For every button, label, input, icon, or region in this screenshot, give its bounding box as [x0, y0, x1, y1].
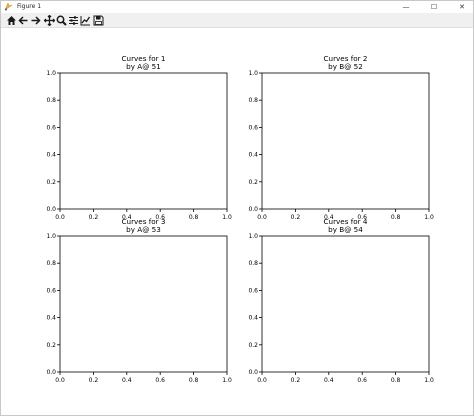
subplot-4-ytick-label-3: 0.6 [248, 287, 258, 294]
subplot-4-ytick-label-0: 0.0 [248, 369, 258, 376]
subplot-1-axes-frame [59, 72, 228, 210]
subplot-1-ytick-label-3: 0.6 [46, 124, 56, 131]
subplot-4-ytick-label-2: 0.4 [248, 315, 258, 322]
subplot-2: Curves for 2by B@ 520.0 0.2 0.4 0.6 0.8 1.00.… [248, 54, 433, 221]
subplot-4-xtick-label-5: 1.0 [424, 377, 434, 384]
subplot-1-ytick-label-1: 0.2 [46, 179, 56, 186]
title-bar[interactable]: Figure 1 — ☐ ✕ [1, 1, 473, 13]
maximize-button[interactable]: ☐ [423, 1, 445, 13]
subplot-2-ytick-label-2: 0.4 [248, 152, 258, 159]
subplot-3-ytick-label-1: 0.2 [46, 342, 56, 349]
subplot-3-ytick-label-5: 1.0 [46, 233, 56, 240]
subplot-1-xtick-label-4: 0.8 [189, 214, 199, 221]
subplot-4-xtick-label-2: 0.4 [324, 377, 334, 384]
figure-canvas[interactable]: Curves for 1 by A@ 51 0.0 0.2 0.4 0.6 0.8 1.0 0.… [1, 28, 473, 415]
subplot-3-xtick-label-3: 0.6 [155, 377, 165, 384]
subplot-3-xtick-label-1: 0.2 [89, 377, 99, 384]
subplots-svg: Curves for 1by A@ 510.0 0.2 0.4 0.6 0.8 1.00.… [46, 54, 433, 384]
pan-icon[interactable] [43, 14, 55, 26]
close-button[interactable]: ✕ [451, 1, 473, 13]
subplot-4-title-line-2: by B@ 54 [328, 225, 363, 234]
subplot-1-xtick-label-0: 0.0 [55, 214, 65, 221]
subplot-2-axes-frame [261, 72, 430, 210]
save-icon[interactable] [92, 14, 104, 26]
window-title: Figure 1 [17, 3, 42, 10]
subplot-4-xtick-label-4: 0.8 [391, 377, 401, 384]
subplot-2-ytick-label-3: 0.6 [248, 124, 258, 131]
matplotlib-app-icon [4, 2, 13, 11]
subplot-4-xtick-label-1: 0.2 [291, 377, 301, 384]
subplot-4-ytick-label-4: 0.8 [248, 260, 258, 267]
subplot-2-xtick-label-5: 1.0 [424, 214, 434, 221]
subplot-1: Curves for 1by A@ 510.0 0.2 0.4 0.6 0.8 1.00.… [46, 54, 231, 221]
edit-axis-icon[interactable] [79, 14, 91, 26]
subplot-2-ytick-label-4: 0.8 [248, 97, 258, 104]
subplot-1-ytick-label-0: 0.0 [46, 206, 56, 213]
subplot-3-ytick-label-4: 0.8 [46, 260, 56, 267]
subplot-3-ytick-label-3: 0.6 [46, 287, 56, 294]
forward-arrow-icon[interactable] [29, 14, 41, 26]
figure-window: Figure 1 — ☐ ✕ Curves for 1 by A@ 51 0.0… [0, 0, 474, 416]
back-arrow-icon[interactable] [17, 14, 29, 26]
subplot-1-xtick-label-5: 1.0 [222, 214, 232, 221]
minimize-button[interactable]: — [395, 1, 417, 13]
subplots-config-icon[interactable] [67, 14, 79, 26]
subplot-3-axes-frame [59, 235, 228, 373]
subplot-2-ytick-label-5: 1.0 [248, 70, 258, 77]
subplot-3-xtick-label-2: 0.4 [122, 377, 132, 384]
subplot-2-xtick-label-0: 0.0 [257, 214, 267, 221]
subplot-3-ytick-label-2: 0.4 [46, 315, 56, 322]
navigation-toolbar [1, 13, 473, 28]
subplot-4-ytick-label-5: 1.0 [248, 233, 258, 240]
subplot-1-title-line-2: by A@ 51 [126, 62, 161, 71]
subplot-2-ytick-label-0: 0.0 [248, 206, 258, 213]
zoom-icon[interactable] [55, 14, 67, 26]
subplot-1-ytick-label-4: 0.8 [46, 97, 56, 104]
subplot-3-title-line-2: by A@ 53 [126, 225, 161, 234]
subplot-3: Curves for 3by A@ 530.0 0.2 0.4 0.6 0.8 1.00.… [46, 217, 231, 384]
subplot-1-ytick-label-5: 1.0 [46, 70, 56, 77]
subplot-3-xtick-label-0: 0.0 [55, 377, 65, 384]
subplot-3-ytick-label-0: 0.0 [46, 369, 56, 376]
subplot-4-ytick-label-1: 0.2 [248, 342, 258, 349]
subplot-4-axes-frame [261, 235, 430, 373]
subplot-2-xtick-label-4: 0.8 [391, 214, 401, 221]
subplot-4-xtick-label-3: 0.6 [357, 377, 367, 384]
subplot-4: Curves for 4by B@ 540.0 0.2 0.4 0.6 0.8 1.00.… [248, 217, 433, 384]
subplot-1-ytick-label-2: 0.4 [46, 152, 56, 159]
subplot-3-xtick-label-5: 1.0 [222, 377, 232, 384]
subplot-4-xtick-label-0: 0.0 [257, 377, 267, 384]
home-icon[interactable] [5, 14, 17, 26]
subplot-2-title-line-2: by B@ 52 [328, 62, 363, 71]
subplot-2-ytick-label-1: 0.2 [248, 179, 258, 186]
subplot-2-xtick-label-1: 0.2 [291, 214, 301, 221]
subplot-1-xtick-label-1: 0.2 [89, 214, 99, 221]
subplot-3-xtick-label-4: 0.8 [189, 377, 199, 384]
